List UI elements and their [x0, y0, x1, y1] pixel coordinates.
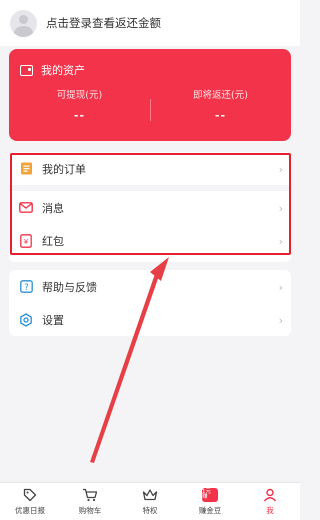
- svg-text:?: ?: [24, 283, 29, 293]
- pending-return-value: --: [214, 109, 227, 122]
- menu-item-settings[interactable]: 设置 ›: [9, 303, 291, 336]
- support-menu-card: ? 帮助与反馈 › 设置 ›: [9, 270, 291, 336]
- tab-label-daily-deals: 优惠日报: [15, 506, 45, 515]
- tab-daily-deals[interactable]: 优惠日报: [0, 483, 60, 520]
- wallet-icon: [20, 64, 33, 76]
- cart-icon: [82, 487, 98, 503]
- tab-label-me: 我: [266, 506, 274, 515]
- tab-label-privileges: 特权: [142, 506, 158, 515]
- menu-label-help: 帮助与反馈: [42, 280, 97, 294]
- pending-return-label: 即将返还(元): [193, 90, 248, 101]
- assets-title-label: 我的资产: [41, 64, 85, 77]
- assets-divider: [150, 99, 151, 121]
- tab-me[interactable]: 我: [240, 483, 300, 520]
- chevron-right-icon: ›: [278, 281, 283, 294]
- bottom-tab-bar: 优惠日报 购物车 特权 1元 赚 赚金豆 我: [0, 482, 300, 520]
- assets-title: 我的资产: [20, 62, 85, 78]
- tag-icon: [23, 487, 37, 503]
- crown-icon: [142, 487, 158, 503]
- tab-privileges[interactable]: 特权: [120, 483, 180, 520]
- gold-bean-icon: 1元 赚: [202, 487, 218, 503]
- highlight-box: [10, 153, 291, 255]
- avatar[interactable]: [10, 9, 37, 37]
- menu-label-settings: 设置: [42, 313, 64, 327]
- chevron-right-icon: ›: [278, 314, 283, 327]
- login-prompt[interactable]: 点击登录查看返还金额: [46, 15, 161, 31]
- tab-label-cart: 购物车: [78, 506, 102, 515]
- withdrawable-value: --: [73, 109, 86, 122]
- menu-item-help[interactable]: ? 帮助与反馈 ›: [9, 270, 291, 303]
- user-icon: [263, 487, 277, 503]
- gear-icon: [19, 312, 33, 327]
- tab-cart[interactable]: 购物车: [60, 483, 120, 520]
- withdrawable-block[interactable]: 可提现(元) --: [9, 87, 150, 127]
- withdrawable-label: 可提现(元): [56, 90, 103, 101]
- tab-earn-gold-beans[interactable]: 1元 赚 赚金豆: [180, 483, 240, 520]
- pending-return-block[interactable]: 即将返还(元) --: [150, 87, 291, 127]
- gold-badge: 1元 赚: [202, 488, 218, 502]
- help-icon: ?: [19, 280, 33, 294]
- tab-label-earn-gold-beans: 赚金豆: [198, 506, 222, 515]
- assets-card: 我的资产 可提现(元) -- 即将返还(元) --: [9, 49, 291, 141]
- login-header[interactable]: 点击登录查看返还金额: [0, 0, 300, 46]
